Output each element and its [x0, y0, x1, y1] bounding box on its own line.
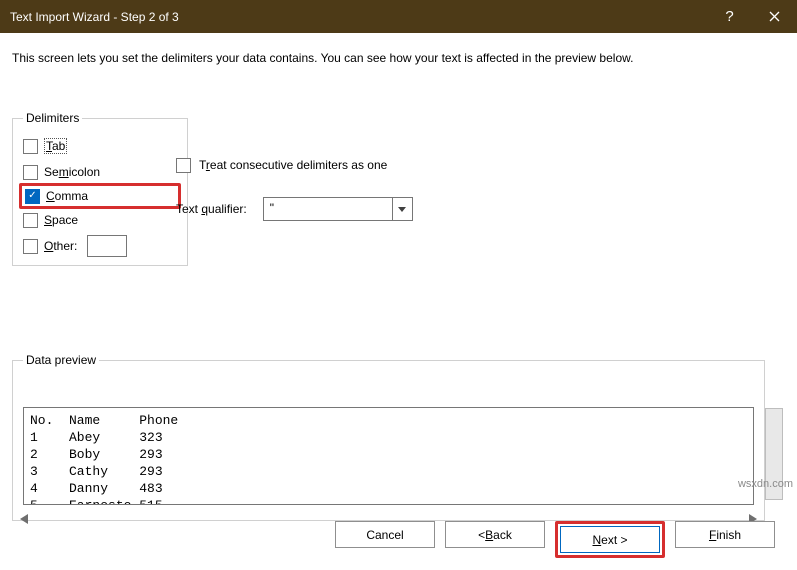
close-icon: [769, 11, 780, 22]
delimiters-legend: Delimiters: [23, 111, 82, 125]
back-button[interactable]: < Back: [445, 521, 545, 548]
button-row: Cancel < Back Next > Finish: [0, 521, 797, 558]
semicolon-label: Semicolon: [44, 165, 100, 179]
text-qualifier-value: ": [264, 198, 392, 220]
chevron-down-icon: [392, 198, 412, 220]
preview-legend: Data preview: [23, 353, 99, 367]
space-label: Space: [44, 213, 78, 227]
help-button[interactable]: ?: [707, 0, 752, 33]
delimiters-group: Delimiters Tab Semicolon Comma Space Oth…: [12, 111, 188, 266]
finish-button[interactable]: Finish: [675, 521, 775, 548]
tab-checkbox[interactable]: [23, 139, 38, 154]
cancel-button[interactable]: Cancel: [335, 521, 435, 548]
data-preview-group: Data preview No. Name Phone 1 Abey 323 2…: [12, 353, 765, 521]
dialog-title: Text Import Wizard - Step 2 of 3: [10, 10, 179, 24]
tab-label: Tab: [44, 139, 67, 153]
titlebar: Text Import Wizard - Step 2 of 3 ?: [0, 0, 797, 33]
instruction-text: This screen lets you set the delimiters …: [12, 51, 783, 65]
watermark: wsxdn.com: [738, 478, 793, 490]
space-checkbox[interactable]: [23, 213, 38, 228]
comma-checkbox[interactable]: [25, 189, 40, 204]
preview-box: No. Name Phone 1 Abey 323 2 Boby 293 3 C…: [23, 407, 754, 505]
comma-label: Comma: [46, 189, 88, 203]
other-label: Other:: [44, 239, 77, 253]
right-options: Treat consecutive delimiters as one Text…: [176, 153, 413, 221]
consec-label: Treat consecutive delimiters as one: [199, 158, 387, 172]
other-checkbox[interactable]: [23, 239, 38, 254]
text-qualifier-combo[interactable]: ": [263, 197, 413, 221]
consec-checkbox[interactable]: [176, 158, 191, 173]
semicolon-checkbox[interactable]: [23, 165, 38, 180]
text-qualifier-label: Text qualifier:: [176, 202, 247, 216]
next-button[interactable]: Next >: [560, 526, 660, 553]
dialog: Text Import Wizard - Step 2 of 3 ? This …: [0, 0, 797, 570]
content: This screen lets you set the delimiters …: [0, 33, 797, 570]
close-button[interactable]: [752, 0, 797, 33]
other-input[interactable]: [87, 235, 127, 257]
